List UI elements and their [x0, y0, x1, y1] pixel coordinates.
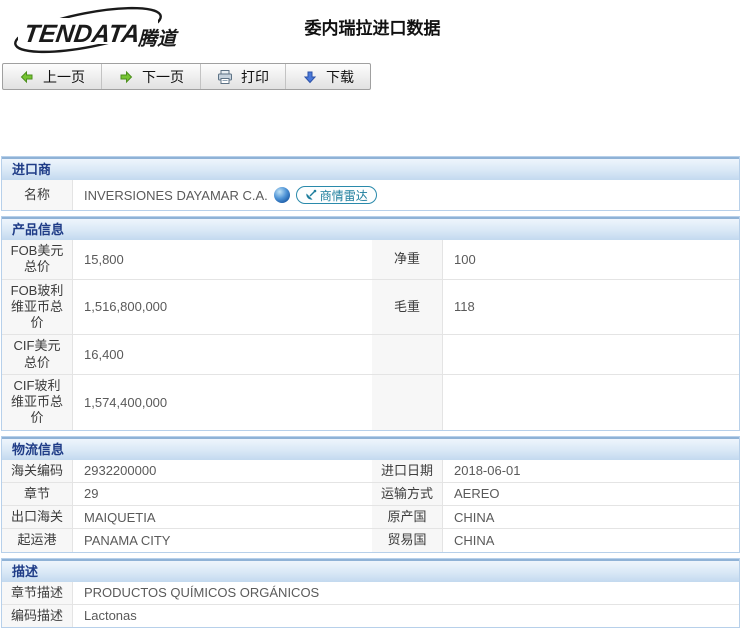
section-importer-title: 进口商: [2, 157, 739, 180]
business-radar-button[interactable]: 商情雷达: [296, 186, 377, 204]
prev-page-label: 上一页: [43, 67, 85, 87]
field-value: 1,516,800,000: [73, 279, 372, 335]
field-value: 118: [443, 279, 739, 335]
section-importer: 进口商 名称 INVERSIONES DAYAMAR C.A. 商情雷达: [1, 156, 740, 211]
field-label: [372, 334, 443, 374]
table-row: 编码描述 Lactonas: [2, 604, 739, 627]
printer-icon: [217, 69, 233, 85]
importer-name-row: 名称 INVERSIONES DAYAMAR C.A. 商情雷达: [2, 180, 739, 210]
table-row: CIF美元总价 16,400: [2, 334, 739, 374]
page-title: 委内瑞拉进口数据: [0, 14, 745, 39]
toolbar: 上一页 下一页 打印 下载: [2, 63, 371, 90]
field-label: FOB美元总价: [2, 240, 73, 279]
table-row: 出口海关 MAIQUETIA 原产国 CHINA: [2, 505, 739, 528]
field-label: 起运港: [2, 528, 73, 551]
arrow-right-icon: [118, 69, 134, 85]
field-value: 100: [443, 240, 739, 279]
importer-name-value: INVERSIONES DAYAMAR C.A.: [84, 188, 268, 203]
business-radar-label: 商情雷达: [320, 187, 368, 204]
field-value: MAIQUETIA: [73, 505, 372, 528]
field-value: [443, 374, 739, 430]
table-row: 章节描述 PRODUCTOS QUÍMICOS ORGÁNICOS: [2, 582, 739, 604]
field-label: FOB玻利维亚币总价: [2, 279, 73, 335]
field-label: 出口海关: [2, 505, 73, 528]
field-label: CIF玻利维亚币总价: [2, 374, 73, 430]
section-product-title: 产品信息: [2, 217, 739, 240]
table-row: CIF玻利维亚币总价 1,574,400,000: [2, 374, 739, 430]
print-button[interactable]: 打印: [201, 64, 286, 89]
importer-name-label: 名称: [2, 180, 73, 210]
section-product: 产品信息 FOB美元总价 15,800 净重 100 FOB玻利维亚币总价 1,…: [1, 216, 740, 431]
field-value: 2932200000: [73, 460, 372, 482]
print-label: 打印: [241, 67, 269, 87]
download-button[interactable]: 下载: [286, 64, 370, 89]
section-logistics: 物流信息 海关编码 2932200000 进口日期 2018-06-01 章节 …: [1, 436, 740, 553]
next-page-label: 下一页: [142, 67, 184, 87]
importer-name-cell: INVERSIONES DAYAMAR C.A. 商情雷达: [73, 180, 739, 210]
field-value: AEREO: [443, 482, 739, 505]
download-label: 下载: [326, 67, 354, 87]
field-label: 章节描述: [2, 582, 73, 604]
page-header: TENDATA 腾道 委内瑞拉进口数据: [0, 0, 745, 60]
table-row: 章节 29 运输方式 AEREO: [2, 482, 739, 505]
field-value: 15,800: [73, 240, 372, 279]
field-label: 编码描述: [2, 604, 73, 627]
globe-icon[interactable]: [274, 187, 290, 203]
arrow-left-icon: [19, 69, 35, 85]
field-label: 海关编码: [2, 460, 73, 482]
field-label: 章节: [2, 482, 73, 505]
field-value: 16,400: [73, 334, 372, 374]
field-label: CIF美元总价: [2, 334, 73, 374]
field-label: 进口日期: [372, 460, 443, 482]
field-value: [443, 334, 739, 374]
field-value: PRODUCTOS QUÍMICOS ORGÁNICOS: [73, 582, 739, 604]
field-label: [372, 374, 443, 430]
next-page-button[interactable]: 下一页: [102, 64, 201, 89]
field-label: 原产国: [372, 505, 443, 528]
radar-dish-icon: [305, 189, 317, 201]
field-label: 贸易国: [372, 528, 443, 551]
section-logistics-title: 物流信息: [2, 437, 739, 460]
table-row: FOB玻利维亚币总价 1,516,800,000 毛重 118: [2, 279, 739, 335]
table-row: FOB美元总价 15,800 净重 100: [2, 240, 739, 279]
field-label: 净重: [372, 240, 443, 279]
section-description-title: 描述: [2, 559, 739, 582]
arrow-down-icon: [302, 69, 318, 85]
field-value: 1,574,400,000: [73, 374, 372, 430]
prev-page-button[interactable]: 上一页: [3, 64, 102, 89]
field-value: 29: [73, 482, 372, 505]
field-value: Lactonas: [73, 604, 739, 627]
field-value: PANAMA CITY: [73, 528, 372, 551]
section-description: 描述 章节描述 PRODUCTOS QUÍMICOS ORGÁNICOS 编码描…: [1, 558, 740, 628]
table-row: 起运港 PANAMA CITY 贸易国 CHINA: [2, 528, 739, 551]
field-value: CHINA: [443, 505, 739, 528]
field-label: 毛重: [372, 279, 443, 335]
table-row: 海关编码 2932200000 进口日期 2018-06-01: [2, 460, 739, 482]
field-value: 2018-06-01: [443, 460, 739, 482]
field-value: CHINA: [443, 528, 739, 551]
field-label: 运输方式: [372, 482, 443, 505]
